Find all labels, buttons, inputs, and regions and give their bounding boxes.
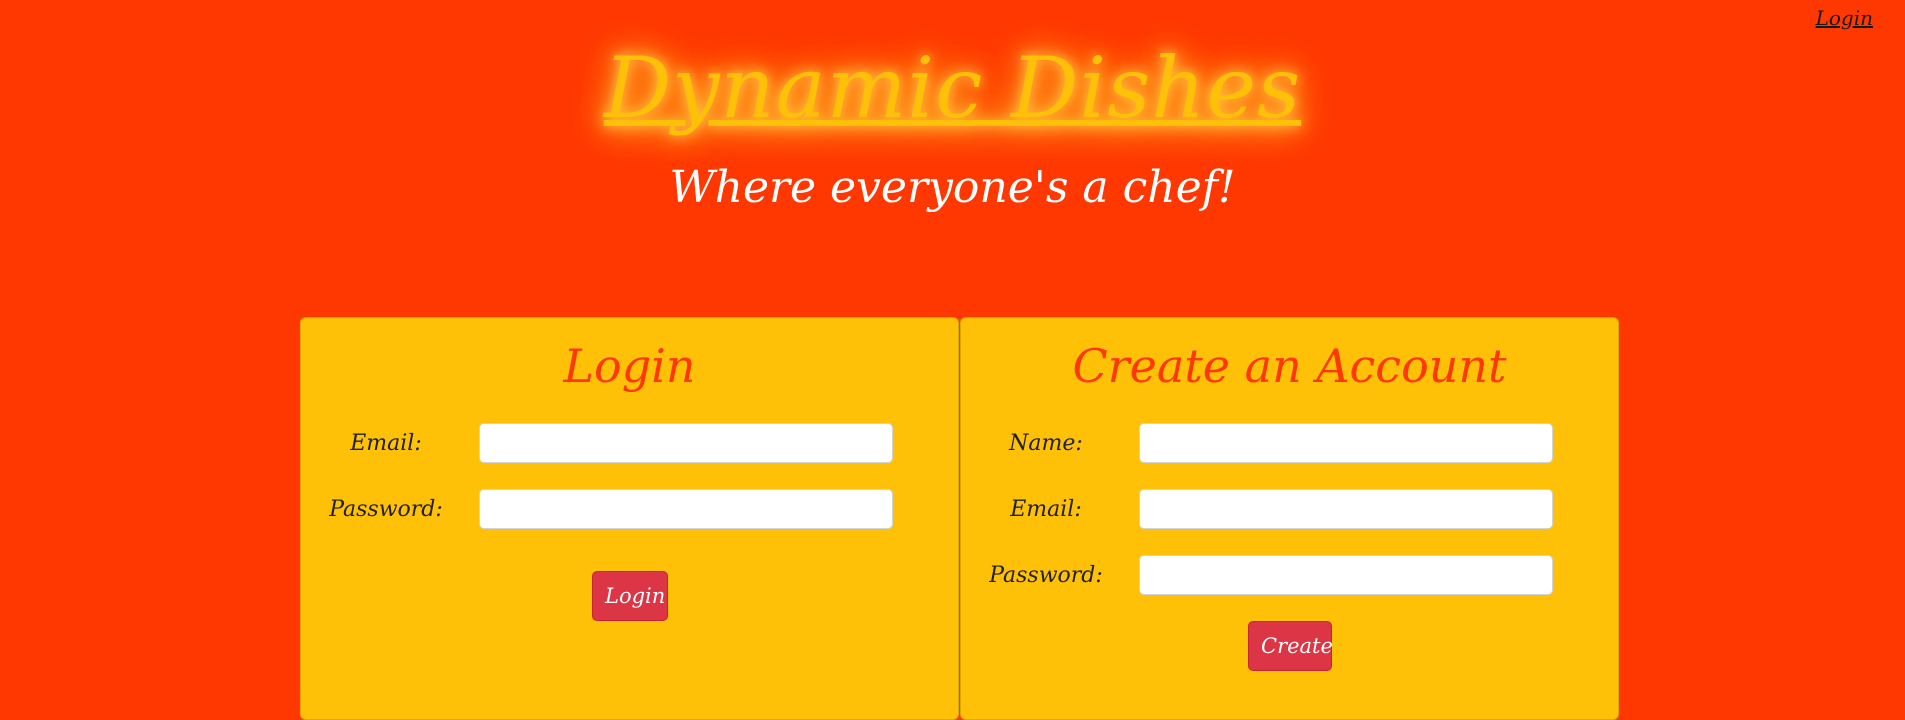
create-account-panel: Create an Account Name: Email: Password:…	[960, 317, 1619, 720]
create-email-input[interactable]	[1139, 489, 1553, 529]
login-email-label: Email:	[350, 431, 422, 456]
create-submit-button[interactable]: Create	[1248, 621, 1333, 671]
create-password-input[interactable]	[1139, 555, 1553, 595]
login-panel: Login Email: Password: Login	[300, 317, 959, 720]
site-title: Dynamic Dishes	[603, 39, 1302, 137]
login-submit-button[interactable]: Login	[592, 571, 668, 621]
login-password-row: Password:	[301, 489, 958, 529]
create-email-label: Email:	[1010, 497, 1082, 522]
login-password-input[interactable]	[479, 489, 893, 529]
login-password-label: Password:	[329, 497, 443, 522]
create-name-input[interactable]	[1139, 423, 1553, 463]
create-email-row: Email:	[961, 489, 1618, 529]
create-name-label: Name:	[1009, 431, 1083, 456]
login-email-row: Email:	[301, 423, 958, 463]
create-password-label: Password:	[989, 563, 1103, 588]
create-password-row: Password:	[961, 555, 1618, 595]
top-login-link[interactable]: Login	[1816, 6, 1873, 30]
login-email-input[interactable]	[479, 423, 893, 463]
login-heading: Login	[563, 339, 696, 393]
create-name-row: Name:	[961, 423, 1618, 463]
site-tagline: Where everyone's a chef!	[669, 162, 1236, 213]
create-account-heading: Create an Account	[1072, 339, 1507, 393]
